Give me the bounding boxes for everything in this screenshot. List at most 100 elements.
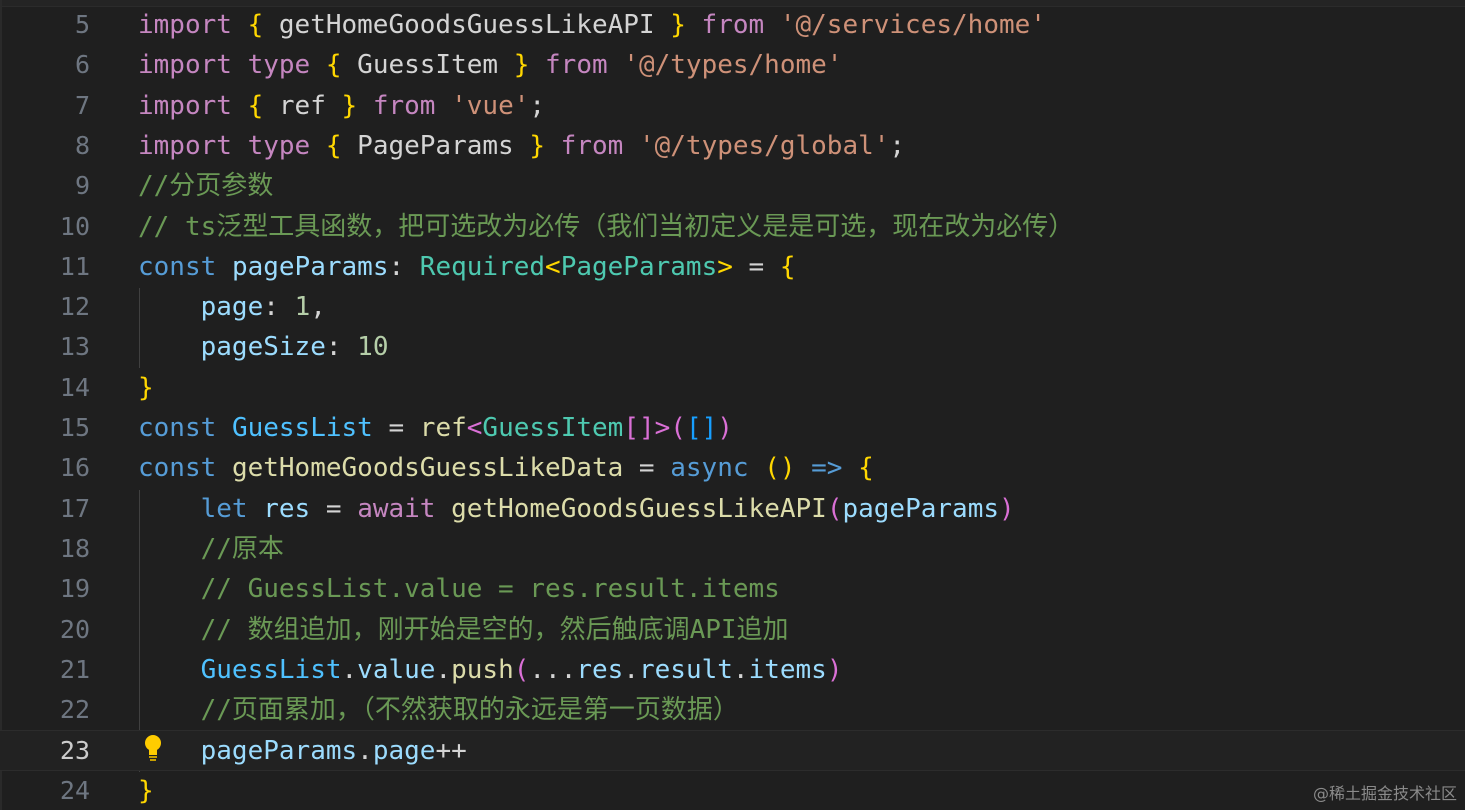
code-line[interactable]: 22 //页面累加，（不然获取的永远是第一页数据） [0,690,1465,730]
code-text[interactable]: //分页参数 [138,166,273,206]
code-text[interactable]: } [138,368,154,408]
code-text[interactable]: //原本 [138,529,284,569]
code-text[interactable]: page: 1, [138,287,326,327]
code-token: getHomeGoodsGuessLikeData [231,453,624,484]
code-token: } [513,50,530,81]
code-token: const [138,413,217,443]
code-text[interactable]: import type { GuessItem } from '@/types/… [138,45,842,85]
code-token: . [732,654,749,685]
code-line[interactable]: 13 pageSize: 10 [0,327,1465,367]
code-token: < [466,413,483,443]
line-number[interactable]: 5 [0,5,90,45]
code-token: GuessList [231,413,373,443]
line-number[interactable]: 6 [0,45,90,85]
code-token: } [529,130,546,161]
code-token: let [200,493,248,524]
line-number[interactable]: 13 [0,327,90,367]
line-number[interactable]: 18 [0,529,90,569]
line-number[interactable]: 10 [0,207,90,247]
line-number[interactable]: 20 [0,610,90,650]
code-line[interactable]: 17 let res = await getHomeGoodsGuessLike… [0,489,1465,529]
code-token: = [310,493,358,524]
line-number[interactable]: 11 [0,247,90,287]
code-text[interactable]: import { getHomeGoodsGuessLikeAPI } from… [138,5,1046,45]
code-line[interactable]: 24} [0,771,1465,810]
code-text[interactable]: import type { PageParams } from '@/types… [138,126,905,166]
code-token: ( [670,413,686,443]
code-line[interactable]: 16 const getHomeGoodsGuessLikeData = asyn… [0,448,1465,488]
code-editor[interactable]: 5 import { getHomeGoodsGuessLikeAPI } fro… [0,0,1465,810]
code-line[interactable]: 5 import { getHomeGoodsGuessLikeAPI } fro… [0,5,1465,45]
code-token: //原本 [200,533,284,564]
code-line[interactable]: 19 // GuessList.value = res.result.items [0,569,1465,609]
code-token: ref [263,90,342,121]
code-line[interactable]: 8 import type { PageParams } from '@/type… [0,126,1465,166]
code-line[interactable]: 10 // ts泛型工具函数，把可选改为必传（我们当初定义是是可选，现在改为必传） [0,207,1465,247]
code-text[interactable]: // 数组追加，刚开始是空的，然后触底调API追加 [138,610,789,650]
code-token: . [357,736,373,767]
line-number[interactable]: 21 [0,650,90,690]
line-number[interactable]: 23 [0,731,90,771]
line-number[interactable]: 22 [0,690,90,730]
code-text[interactable]: // ts泛型工具函数，把可选改为必传（我们当初定义是是可选，现在改为必传） [138,207,1074,247]
line-number[interactable]: 15 [0,408,90,448]
code-token: > [717,251,733,282]
code-text[interactable]: const GuessList = ref<GuessItem[]>([]) [138,408,733,448]
line-number[interactable]: 19 [0,569,90,609]
lightbulb-icon[interactable] [142,733,164,763]
code-line[interactable]: 6 import type { GuessItem } from '@/types… [0,45,1465,85]
code-text[interactable]: import { ref } from 'vue'; [138,86,545,126]
code-text[interactable]: const pageParams: Required<PageParams> =… [138,247,796,287]
code-line[interactable]: 23 pageParams.page++ [0,730,1465,771]
code-line[interactable]: 20 // 数组追加，刚开始是空的，然后触底调API追加 [0,610,1465,650]
line-number[interactable]: 17 [0,489,90,529]
code-token: getHomeGoodsGuessLikeAPI [451,493,827,524]
code-text[interactable]: let res = await getHomeGoodsGuessLikeAPI… [138,489,1015,529]
code-token: import [138,90,232,121]
code-line[interactable]: 21 GuessList.value.push(...res.result.it… [0,650,1465,690]
code-line[interactable]: 14} [0,368,1465,408]
code-line[interactable]: 11 const pageParams: Required<PageParams>… [0,247,1465,287]
code-token: page [372,736,436,767]
code-token: , [310,292,326,323]
code-token: GuessItem [482,413,624,443]
line-number[interactable]: 24 [0,771,90,810]
code-token: pageSize [200,332,326,363]
code-token: items [748,654,827,685]
line-number[interactable]: 14 [0,368,90,408]
code-token: PageParams [560,251,718,282]
code-line[interactable]: 18 //原本 [0,529,1465,569]
code-text[interactable]: //页面累加，（不然获取的永远是第一页数据） [138,690,739,730]
line-number[interactable]: 7 [0,86,90,126]
code-text[interactable]: pageSize: 10 [138,327,389,367]
code-token: { [247,90,264,121]
code-text[interactable]: GuessList.value.push(...res.result.items… [138,650,843,690]
code-line[interactable]: 7 import { ref } from 'vue'; [0,86,1465,126]
code-line[interactable]: 15 const GuessList = ref<GuessItem[]>([]) [0,408,1465,448]
code-token: ) [999,493,1015,524]
code-text[interactable]: } [138,771,154,810]
line-number[interactable]: 9 [0,166,90,206]
code-token: 'vue' [451,90,530,121]
code-text[interactable]: // GuessList.value = res.result.items [138,569,780,609]
code-token: pageParams [842,493,1000,524]
line-number[interactable]: 8 [0,126,90,166]
code-token: push [451,654,514,685]
code-line[interactable]: 9 //分页参数 [0,166,1465,206]
line-number[interactable]: 16 [0,448,90,488]
code-text[interactable]: pageParams.page++ [138,731,467,771]
code-token: '@/services/home' [779,10,1046,40]
code-line[interactable]: 12 page: 1, [0,287,1465,327]
line-number[interactable]: 12 [0,287,90,327]
code-token: import [138,50,232,81]
code-text[interactable]: const getHomeGoodsGuessLikeData = async … [138,448,874,488]
